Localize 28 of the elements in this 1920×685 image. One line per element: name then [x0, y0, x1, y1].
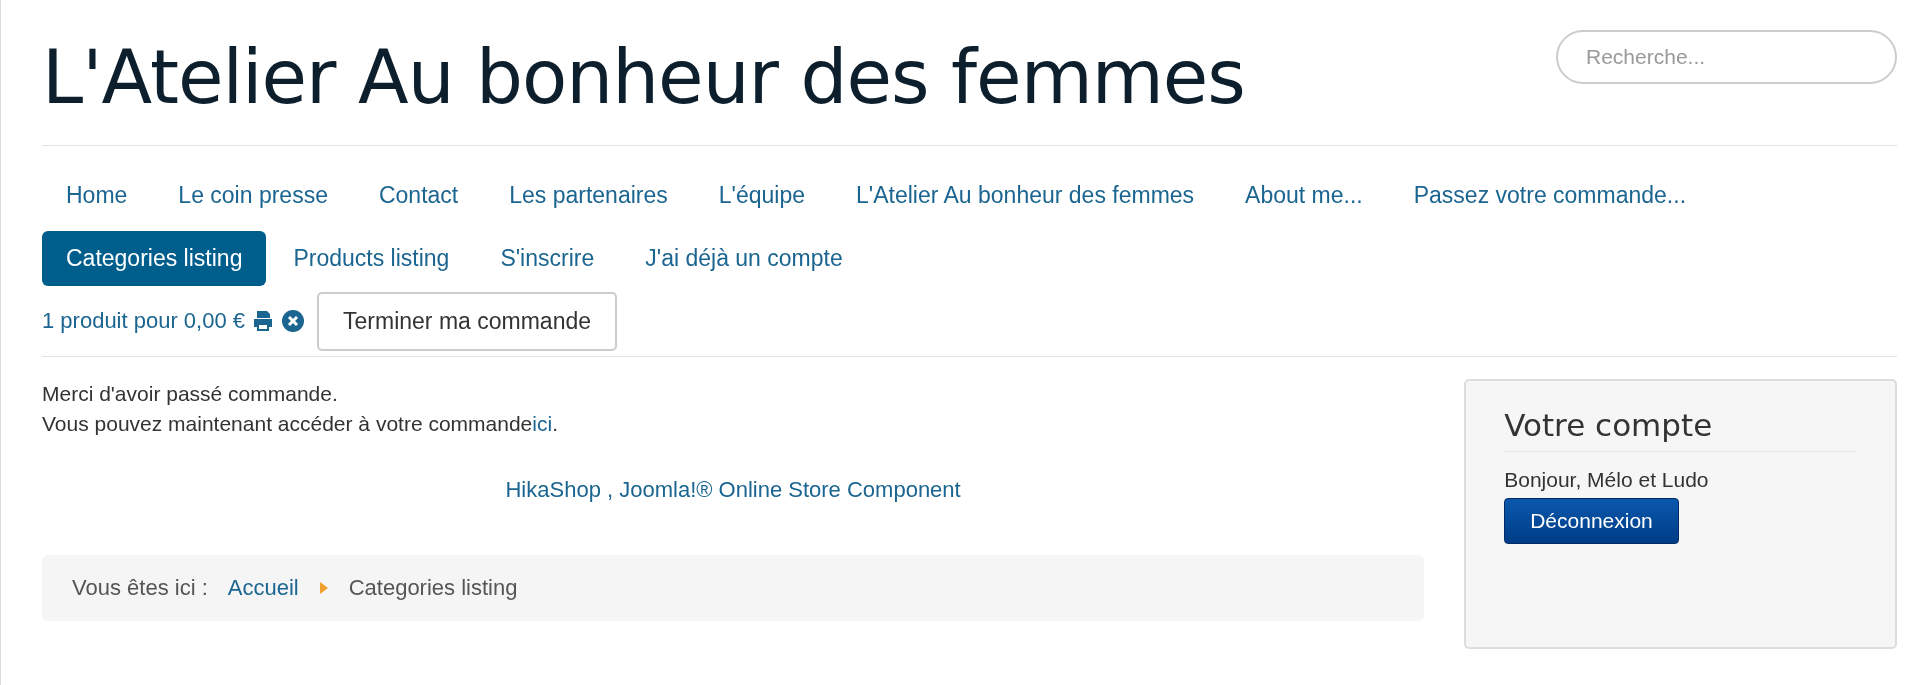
menu-tab[interactable]: Contact	[354, 168, 483, 223]
breadcrumb-link[interactable]: Accueil	[227, 575, 299, 601]
menu-tab[interactable]: Products listing	[269, 231, 474, 286]
menu-tab[interactable]: Les partenaires	[485, 168, 692, 223]
powered-by-link[interactable]: HikaShop , Joomla!® Online Store Component	[505, 477, 961, 502]
menu-tab[interactable]: Home	[42, 168, 152, 223]
menu-tab[interactable]: About me...	[1221, 168, 1387, 223]
menu-tab[interactable]: Le coin presse	[154, 168, 352, 223]
order-access-text: Vous pouvez maintenant accéder à votre commandeici.	[42, 411, 559, 437]
greeting-text: Bonjour, Mélo et Ludo	[1504, 468, 1710, 492]
site-title: L'Atelier Au bonheur des femmes	[42, 34, 1245, 120]
menu-tab[interactable]: Categories listing	[42, 231, 267, 286]
caret-icon	[318, 581, 329, 595]
breadcrumb-current: Categories listing	[348, 575, 518, 601]
panel-title: Votre compte	[1504, 407, 1857, 452]
cart-summary-link[interactable]: 1 produit pour 0,00 €	[42, 308, 246, 334]
menu-tab[interactable]: L'Atelier Au bonheur des femmes	[832, 168, 1219, 223]
breadcrumb-label: Vous êtes ici :	[72, 575, 208, 601]
checkout-button[interactable]: Terminer ma commande	[317, 291, 617, 351]
close-icon[interactable]	[281, 309, 306, 333]
menu-tab[interactable]: L'équipe	[694, 168, 829, 223]
order-link[interactable]: ici	[532, 412, 553, 435]
menu-tab[interactable]: Passez votre commande...	[1389, 168, 1711, 223]
search-field[interactable]: Recherche...	[1556, 30, 1897, 84]
menu-tab[interactable]: J'ai déjà un compte	[621, 231, 867, 286]
logout-button[interactable]: Déconnexion	[1504, 498, 1679, 544]
menu-tab[interactable]: S'inscrire	[476, 231, 619, 286]
confirmation-text: Merci d'avoir passé commande.	[42, 381, 339, 407]
